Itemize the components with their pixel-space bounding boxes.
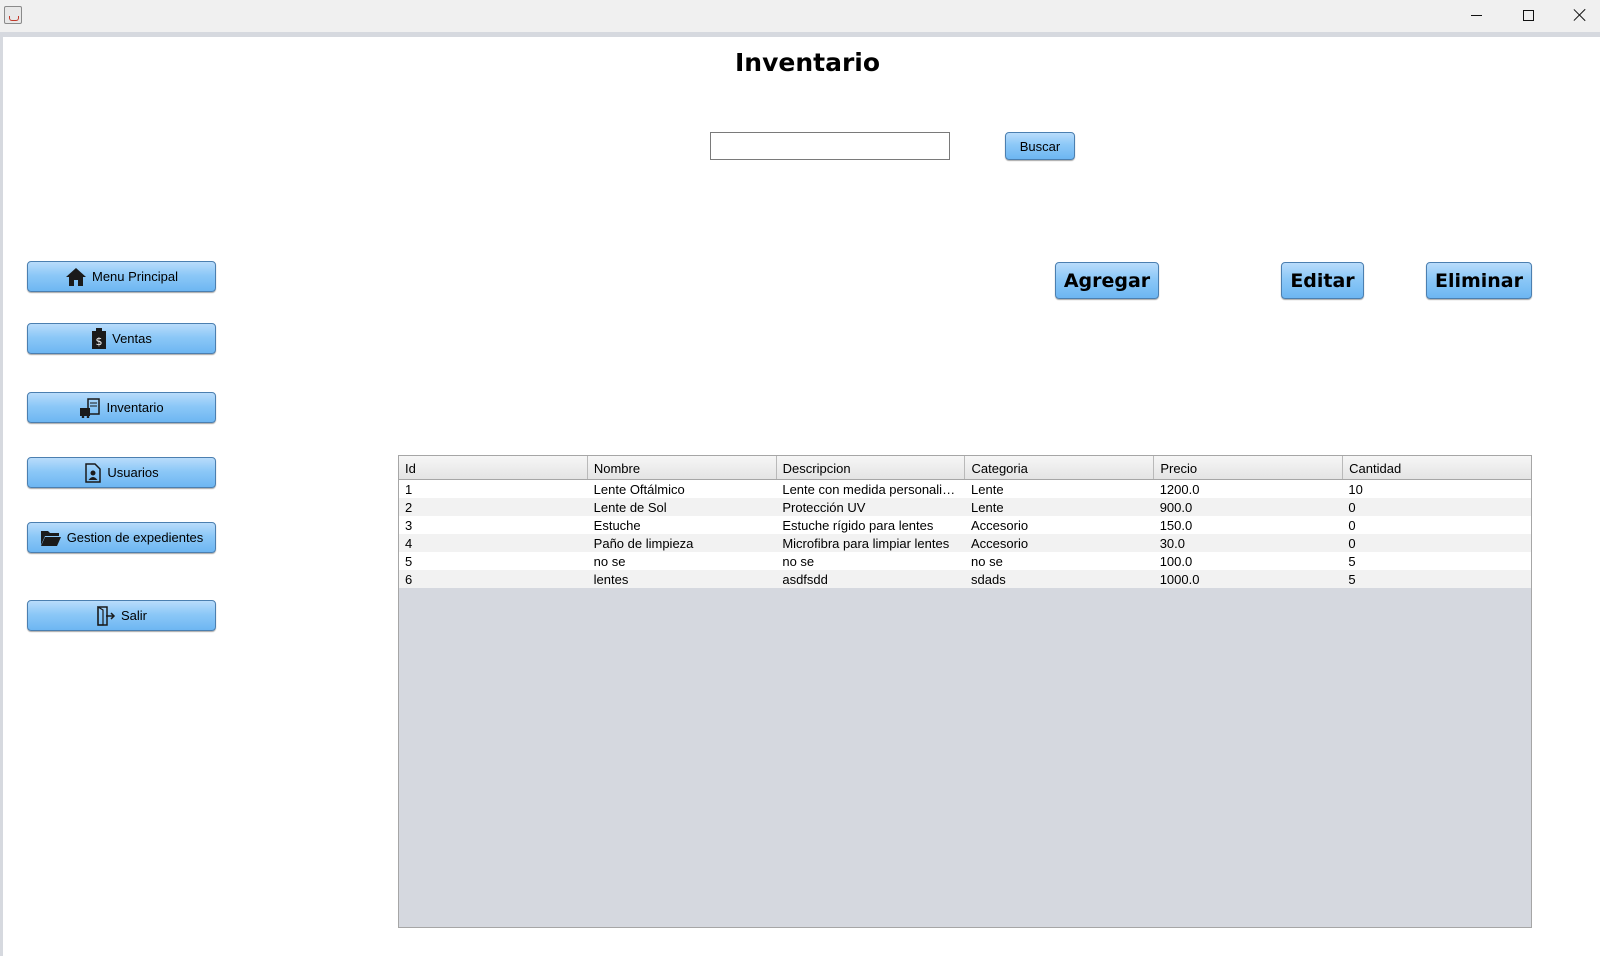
table-header: Id Nombre Descripcion Categoria Precio C… bbox=[399, 456, 1531, 480]
cell-precio: 1000.0 bbox=[1159, 572, 1200, 587]
cell-nombre: Lente Oftálmico bbox=[593, 482, 685, 497]
cell-categoria: sdads bbox=[971, 572, 1006, 587]
cell-id: 4 bbox=[405, 536, 413, 551]
sales-receipt-icon: $ bbox=[92, 327, 107, 349]
cell-cantidad: 0 bbox=[1348, 536, 1356, 551]
users-icon bbox=[85, 462, 102, 483]
table-row[interactable]: 4 Paño de limpieza Microfibra para limpi… bbox=[399, 534, 1531, 552]
cell-cantidad: 10 bbox=[1348, 482, 1363, 497]
cell-categoria: Accesorio bbox=[971, 536, 1029, 551]
table-row[interactable]: 2 Lente de Sol Protección UV Lente 900.0… bbox=[399, 498, 1531, 516]
sidebar-item-ventas[interactable]: $ Ventas bbox=[27, 323, 216, 354]
table-row[interactable]: 5 no se no se no se 100.0 5 bbox=[399, 552, 1531, 570]
search-input[interactable] bbox=[710, 132, 950, 160]
sidebar-item-inventario[interactable]: Inventario bbox=[27, 392, 216, 423]
cell-precio: 100.0 bbox=[1159, 554, 1193, 569]
edit-button[interactable]: Editar bbox=[1281, 262, 1364, 299]
cell-id: 3 bbox=[405, 518, 413, 533]
exit-icon bbox=[97, 605, 116, 626]
column-header-cantidad[interactable]: Cantidad bbox=[1343, 456, 1531, 479]
table-row[interactable]: 1 Lente Oftálmico Lente con medida perso… bbox=[399, 480, 1531, 498]
sidebar-item-label: Ventas bbox=[112, 331, 152, 346]
cell-cantidad: 0 bbox=[1348, 500, 1356, 515]
cell-nombre: Estuche bbox=[593, 518, 641, 533]
sidebar-item-salir[interactable]: Salir bbox=[27, 600, 216, 631]
inventory-table[interactable]: Id Nombre Descripcion Categoria Precio C… bbox=[398, 455, 1532, 928]
sidebar-item-label: Inventario bbox=[106, 400, 164, 415]
add-button[interactable]: Agregar bbox=[1055, 262, 1159, 299]
window-frame-left bbox=[0, 37, 3, 956]
cell-precio: 900.0 bbox=[1159, 500, 1193, 515]
search-button[interactable]: Buscar bbox=[1005, 132, 1075, 160]
sidebar-item-usuarios[interactable]: Usuarios bbox=[27, 457, 216, 488]
table-row[interactable]: 6 lentes asdfsdd sdads 1000.0 5 bbox=[399, 570, 1531, 588]
svg-text:$: $ bbox=[96, 335, 103, 348]
cell-categoria: Lente bbox=[971, 500, 1004, 515]
cell-nombre: Paño de limpieza bbox=[593, 536, 694, 551]
column-header-categoria[interactable]: Categoria bbox=[965, 456, 1155, 479]
folder-icon bbox=[40, 530, 61, 546]
cell-id: 1 bbox=[405, 482, 413, 497]
cell-precio: 1200.0 bbox=[1159, 482, 1200, 497]
inventory-icon bbox=[80, 397, 101, 418]
home-icon bbox=[66, 267, 86, 286]
column-header-descripcion[interactable]: Descripcion bbox=[777, 456, 966, 479]
sidebar-item-menu-principal[interactable]: Menu Principal bbox=[27, 261, 216, 292]
minimize-icon bbox=[1470, 14, 1482, 16]
sidebar-item-label: Salir bbox=[120, 608, 147, 623]
cell-id: 2 bbox=[405, 500, 413, 515]
column-header-nombre[interactable]: Nombre bbox=[588, 456, 777, 479]
column-header-precio[interactable]: Precio bbox=[1154, 456, 1344, 479]
java-cup-icon bbox=[4, 6, 22, 24]
cell-categoria: no se bbox=[971, 554, 1003, 569]
close-icon bbox=[1573, 8, 1587, 22]
cell-descripcion: asdfsdd bbox=[782, 572, 828, 587]
delete-button[interactable]: Eliminar bbox=[1426, 262, 1532, 299]
page-title: Inventario bbox=[734, 48, 881, 77]
window-frame-top bbox=[0, 32, 1600, 37]
minimize-button[interactable] bbox=[1451, 0, 1501, 30]
cell-descripcion: Protección UV bbox=[782, 500, 866, 515]
sidebar-item-label: Menu Principal bbox=[92, 269, 178, 284]
maximize-button[interactable] bbox=[1503, 0, 1553, 30]
cell-nombre: lentes bbox=[593, 572, 629, 587]
cell-descripcion: Estuche rígido para lentes bbox=[782, 518, 934, 533]
cell-descripcion: Lente con medida personaliza... bbox=[782, 482, 966, 497]
maximize-icon bbox=[1522, 9, 1534, 21]
cell-id: 6 bbox=[405, 572, 413, 587]
cell-precio: 150.0 bbox=[1159, 518, 1193, 533]
cell-id: 5 bbox=[405, 554, 413, 569]
cell-precio: 30.0 bbox=[1159, 536, 1185, 551]
column-header-id[interactable]: Id bbox=[399, 456, 588, 479]
sidebar-item-gestion-de-expedientes[interactable]: Gestion de expedientes bbox=[27, 522, 216, 553]
cell-cantidad: 0 bbox=[1348, 518, 1356, 533]
close-button[interactable] bbox=[1555, 0, 1600, 30]
cell-categoria: Lente bbox=[971, 482, 1004, 497]
cell-descripcion: Microfibra para limpiar lentes bbox=[782, 536, 950, 551]
cell-nombre: Lente de Sol bbox=[593, 500, 667, 515]
cell-descripcion: no se bbox=[782, 554, 815, 569]
cell-categoria: Accesorio bbox=[971, 518, 1029, 533]
cell-cantidad: 5 bbox=[1348, 572, 1356, 587]
cell-nombre: no se bbox=[593, 554, 626, 569]
sidebar-item-label: Usuarios bbox=[107, 465, 159, 480]
sidebar-item-label: Gestion de expedientes bbox=[66, 530, 204, 545]
cell-cantidad: 5 bbox=[1348, 554, 1356, 569]
window-titlebar bbox=[0, 0, 1600, 32]
table-row[interactable]: 3 Estuche Estuche rígido para lentes Acc… bbox=[399, 516, 1531, 534]
